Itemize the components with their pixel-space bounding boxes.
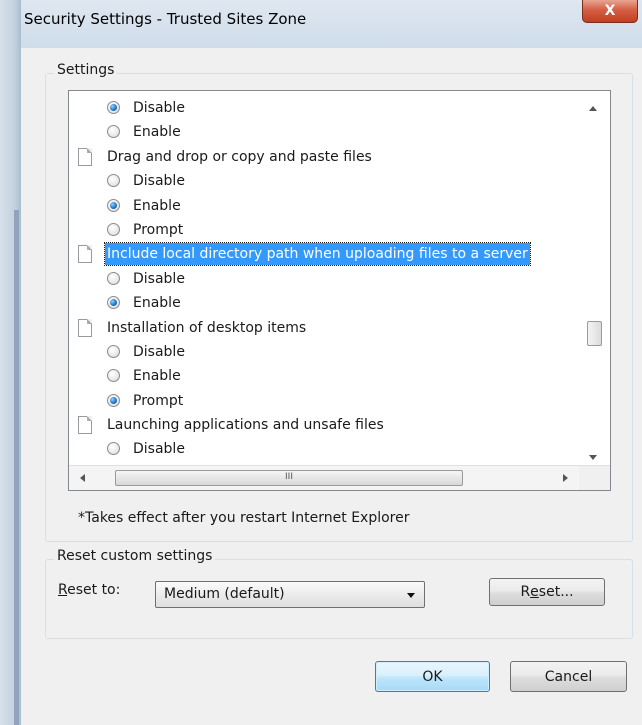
category-label: Include local directory path when upload… [104,242,531,267]
radio-option[interactable]: Disable [69,169,579,193]
reset-button[interactable]: Re set... [489,578,605,606]
radio-option[interactable]: Disable [69,340,579,364]
chevron-down-icon [407,593,415,598]
radio-option[interactable]: Enable [69,120,579,144]
scroll-right-icon[interactable] [563,474,568,482]
reset-level-value: Medium (default) [164,586,285,602]
settings-list[interactable]: Disable Enable Drag and drop or copy and p… [68,90,611,491]
settings-rows: Disable Enable Drag and drop or copy and p… [69,96,579,486]
setting-category[interactable]: Include local directory path when upload… [69,242,579,267]
radio-label: Enable [133,368,181,385]
radio-label: Disable [133,270,185,287]
radio-button[interactable] [107,344,120,358]
horizontal-scrollbar[interactable]: III [69,465,610,490]
radio-option[interactable]: Prompt [69,218,579,242]
radio-option[interactable]: Enable [69,194,579,218]
radio-label: Disable [133,441,185,458]
category-label: Drag and drop or copy and paste files [107,148,372,165]
horizontal-scroll-thumb[interactable]: III [115,470,463,486]
radio-label: Enable [133,197,181,214]
radio-label: Enable [133,295,181,312]
setting-category[interactable]: Installation of desktop items [69,316,579,340]
window-border-shadow [14,210,19,725]
setting-category[interactable]: Launching applications and unsafe files [69,413,579,437]
vertical-scroll-thumb[interactable] [587,321,602,346]
scroll-down-icon[interactable] [589,455,597,460]
vertical-scrollbar[interactable] [579,91,610,466]
scroll-left-icon[interactable] [80,474,85,482]
radio-button[interactable] [107,222,120,236]
radio-button[interactable] [107,198,120,212]
grip-icon: III [285,472,293,482]
reset-to-label: Reset to: [58,582,121,598]
close-icon: X [604,3,616,19]
setting-category[interactable]: Drag and drop or copy and paste files [69,145,579,169]
cancel-button[interactable]: Cancel [510,661,627,692]
restart-note: *Takes effect after you restart Internet… [78,510,410,526]
radio-label: Disable [133,343,185,360]
radio-option[interactable]: Prompt [69,389,579,413]
radio-button[interactable] [107,125,120,139]
radio-button[interactable] [107,101,120,114]
document-icon [78,318,92,337]
reset-level-dropdown[interactable]: Medium (default) [155,581,425,608]
radio-label: Enable [133,124,181,141]
radio-label: Disable [133,100,185,116]
settings-group-label: Settings [54,62,118,78]
radio-button[interactable] [107,369,120,383]
radio-button[interactable] [107,296,120,310]
radio-label: Disable [133,173,185,190]
document-icon [78,416,92,435]
document-icon [78,245,92,264]
radio-option[interactable]: Enable [69,291,579,315]
window-title: Security Settings - Trusted Sites Zone [24,10,307,28]
radio-option[interactable]: Disable [69,96,579,120]
radio-button[interactable] [107,442,120,456]
radio-button[interactable] [107,393,120,407]
radio-option[interactable]: Disable [69,437,579,461]
radio-label: Prompt [133,392,184,409]
close-button[interactable]: X [582,0,638,23]
scrollbar-corner [579,466,610,490]
radio-option[interactable]: Enable [69,364,579,388]
radio-button[interactable] [107,174,120,188]
ok-button[interactable]: OK [375,661,490,692]
scroll-up-icon[interactable] [589,106,597,111]
radio-option[interactable]: Disable [69,267,579,291]
document-icon [78,147,92,166]
radio-button[interactable] [107,271,120,285]
reset-group-label: Reset custom settings [54,548,216,564]
category-label: Launching applications and unsafe files [107,417,384,434]
radio-label: Prompt [133,221,184,238]
category-label: Installation of desktop items [107,319,307,336]
